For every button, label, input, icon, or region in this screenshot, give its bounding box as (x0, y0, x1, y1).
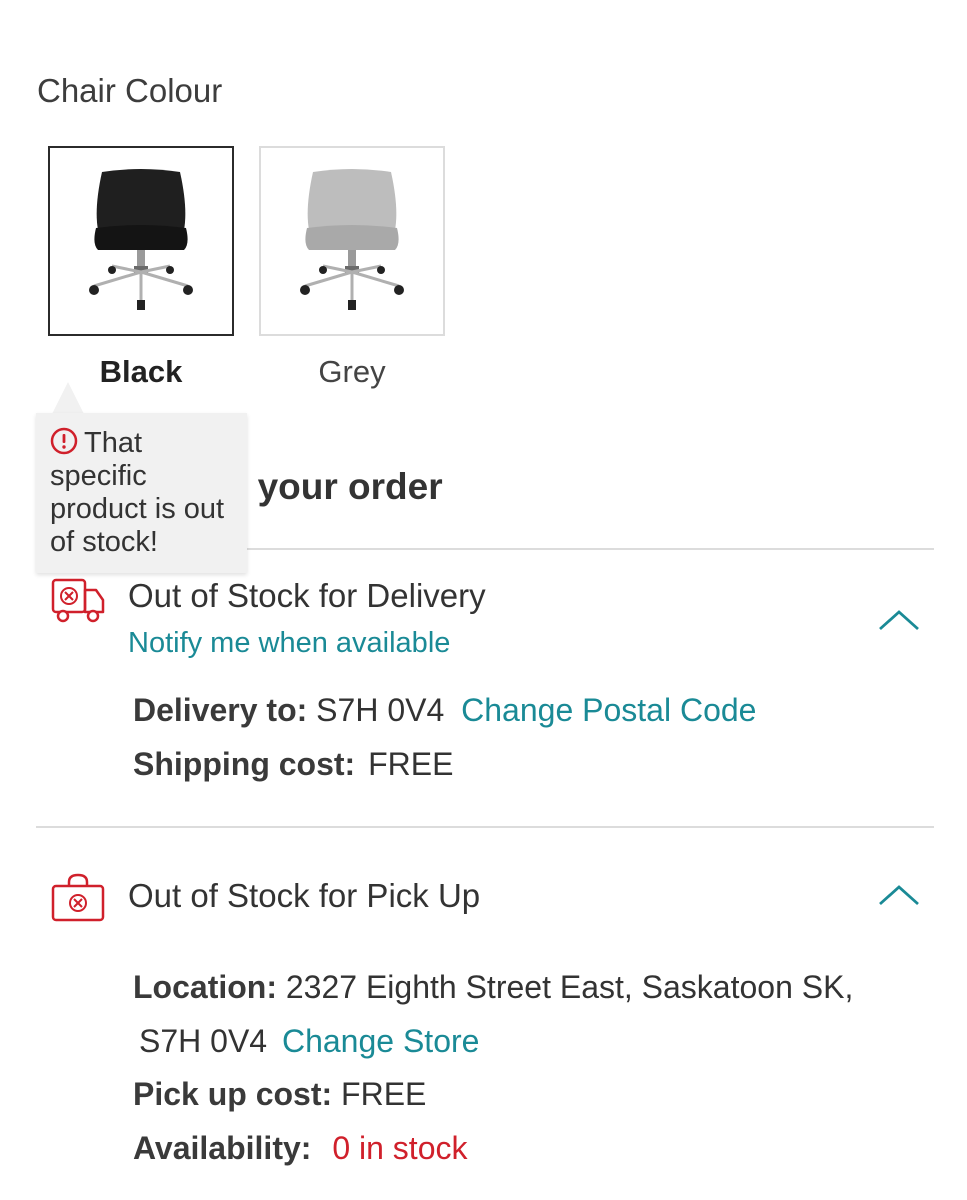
out-of-stock-tooltip: That specific product is out of stock! (36, 413, 247, 573)
shipping-cost-row: Shipping cost: FREE (133, 746, 453, 783)
pickup-cost-label: Pick up cost: (133, 1076, 333, 1112)
pickup-cost-value: FREE (341, 1076, 427, 1112)
location-postal-code: S7H 0V4 (139, 1023, 268, 1059)
delivery-status-title: Out of Stock for Delivery (128, 577, 486, 614)
pickup-collapse-chevron-icon[interactable] (878, 884, 920, 906)
pickup-location-line2: S7H 0V4 Change Store (139, 1023, 479, 1060)
colour-swatch-grey[interactable] (259, 146, 445, 336)
location-label: Location: (133, 969, 277, 1005)
location-address: 2327 Eighth Street East, Saskatoon SK, (285, 969, 854, 1005)
change-postal-code-link[interactable]: Change Postal Code (461, 692, 756, 728)
exclamation-circle-icon (50, 427, 78, 455)
notify-me-link[interactable]: Notify me when available (128, 627, 450, 660)
bag-blocked-icon (51, 873, 105, 922)
colour-swatch-black[interactable] (48, 146, 234, 336)
pickup-location-row: Location: 2327 Eighth Street East, Saska… (133, 969, 853, 1006)
delivery-collapse-chevron-icon[interactable] (878, 609, 920, 631)
chair-black-image (89, 169, 193, 310)
pickup-status-title: Out of Stock for Pick Up (128, 877, 481, 914)
delivery-postal-code: S7H 0V4 (316, 692, 445, 728)
chair-colour-label: Chair Colour (37, 72, 223, 109)
tooltip-arrow (52, 382, 84, 414)
availability-label: Availability: (133, 1130, 312, 1166)
truck-blocked-icon (51, 578, 105, 623)
availability-row: Availability: 0 in stock (133, 1130, 467, 1167)
divider-middle (36, 826, 934, 828)
pickup-cost-row: Pick up cost: FREE (133, 1076, 426, 1113)
chair-grey-image (300, 169, 404, 310)
availability-value: 0 in stock (332, 1130, 468, 1166)
shipping-cost-value: FREE (368, 746, 454, 782)
delivery-to-row: Delivery to: S7H 0V4 Change Postal Code (133, 692, 756, 729)
change-store-link[interactable]: Change Store (282, 1023, 479, 1059)
shipping-cost-label: Shipping cost: (133, 746, 356, 782)
delivery-to-label: Delivery to: (133, 692, 308, 728)
colour-name-grey: Grey (318, 354, 386, 389)
